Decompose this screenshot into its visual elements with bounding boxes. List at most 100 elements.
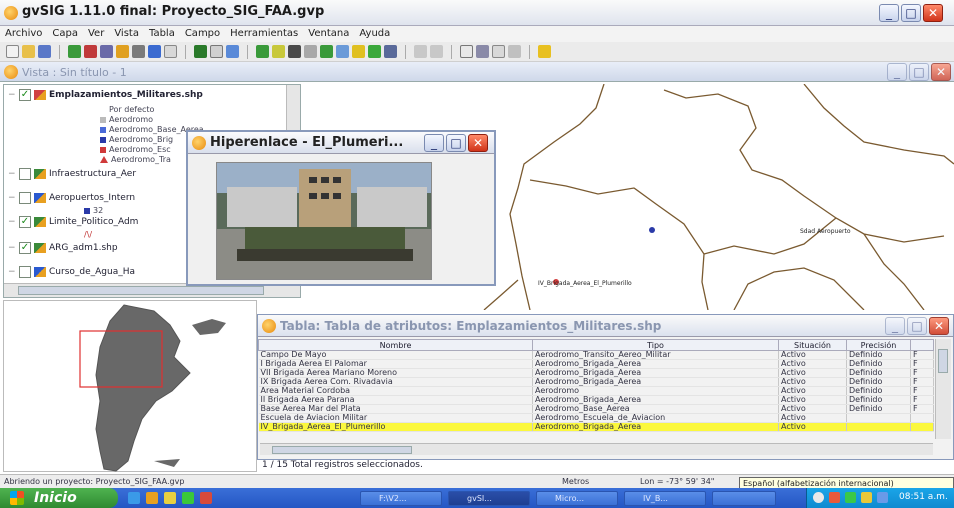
table-close-button[interactable]: ✕	[929, 317, 949, 335]
grid-icon[interactable]	[492, 45, 505, 58]
graph-icon[interactable]	[368, 45, 381, 58]
view-maximize-button[interactable]: □	[909, 63, 929, 81]
column-header-situacion[interactable]: Situación	[778, 339, 847, 351]
layer-item[interactable]: − ✓ Emplazamientos_Militares.shp	[8, 88, 203, 102]
layer-checkbox[interactable]: ✓	[19, 89, 31, 101]
hyperlink-maximize-button[interactable]: □	[446, 134, 466, 152]
quicklaunch-icon[interactable]	[182, 492, 194, 504]
quicklaunch-icon[interactable]	[164, 492, 176, 504]
hyperlink-minimize-button[interactable]: _	[424, 134, 444, 152]
airport-point[interactable]	[649, 227, 655, 233]
layer-checkbox[interactable]: ✓	[19, 242, 31, 254]
quicklaunch-icon[interactable]	[146, 492, 158, 504]
menu-tabla[interactable]: Tabla	[144, 26, 180, 42]
column-header-nombre[interactable]: Nombre	[258, 339, 533, 351]
maximize-button[interactable]: □	[901, 4, 921, 22]
layer-checkbox[interactable]	[19, 192, 31, 204]
scroll-thumb[interactable]	[938, 349, 948, 373]
table-vertical-scrollbar[interactable]	[935, 339, 951, 439]
layer-checkbox[interactable]	[19, 266, 31, 278]
taskbar-item[interactable]	[712, 491, 776, 506]
table-minimize-button[interactable]: _	[885, 317, 905, 335]
view-close-button[interactable]: ✕	[931, 63, 951, 81]
table-horizontal-scrollbar[interactable]	[260, 443, 933, 455]
view-minimize-button[interactable]: _	[887, 63, 907, 81]
open-folder-icon[interactable]	[22, 45, 35, 58]
layer-checkbox[interactable]	[19, 168, 31, 180]
menu-vista[interactable]: Vista	[109, 26, 144, 42]
layer-item[interactable]: − ✓ Limite_Politico_Adm	[8, 215, 138, 229]
menu-capa[interactable]: Capa	[47, 26, 83, 42]
tree-toggle-icon[interactable]: −	[8, 267, 16, 277]
edit-icon[interactable]	[164, 45, 177, 58]
column-header-extra[interactable]	[910, 339, 934, 351]
layer-item[interactable]: − Aeropuertos_Intern	[8, 191, 135, 205]
tray-icon[interactable]	[829, 492, 840, 503]
taskbar-item[interactable]: IV_B...	[624, 491, 706, 506]
table-row[interactable]: II Brigada Aerea Parana Aerodromo_Brigada…	[258, 395, 934, 405]
coordinate-icon[interactable]	[538, 45, 551, 58]
tray-icon[interactable]	[861, 492, 872, 503]
column-header-precision[interactable]: Precisión	[846, 339, 911, 351]
new-file-icon[interactable]	[6, 45, 19, 58]
table-row[interactable]: Base Aerea Mar del Plata Aerodromo_Base_A…	[258, 404, 934, 414]
layer-item[interactable]: − Infraestructura_Aer	[8, 167, 136, 181]
save-icon[interactable]	[38, 45, 51, 58]
tool-icon[interactable]	[508, 45, 521, 58]
table-row[interactable]: Campo De Mayo Aerodromo_Transito_Aereo_Mi…	[258, 350, 934, 360]
frame-icon[interactable]	[460, 45, 473, 58]
layer-item[interactable]: − ✓ ARG_adm1.shp	[8, 241, 118, 255]
measure-icon[interactable]	[288, 45, 301, 58]
filter-icon[interactable]	[352, 45, 365, 58]
table-row-selected[interactable]: IV_Brigada_Aerea_El_Plumerillo Aerodromo_…	[258, 422, 934, 432]
add-layer-icon[interactable]	[68, 45, 81, 58]
tree-toggle-icon[interactable]: −	[8, 193, 16, 203]
table-row[interactable]: IX Brigada Aerea Com. Rivadavia Aerodromo…	[258, 377, 934, 387]
tree-toggle-icon[interactable]: −	[8, 169, 16, 179]
menu-archivo[interactable]: Archivo	[0, 26, 47, 42]
arrow-right-icon[interactable]	[430, 45, 443, 58]
menu-ventana[interactable]: Ventana	[303, 26, 354, 42]
table-row[interactable]: Escuela de Aviacion Militar Aerodromo_Esc…	[258, 413, 934, 423]
select-icon[interactable]	[320, 45, 333, 58]
menu-ver[interactable]: Ver	[83, 26, 109, 42]
menu-herramientas[interactable]: Herramientas	[225, 26, 303, 42]
tree-toggle-icon[interactable]: −	[8, 243, 16, 253]
scroll-thumb[interactable]	[272, 446, 412, 454]
tray-icon[interactable]	[845, 492, 856, 503]
quicklaunch-icon[interactable]	[128, 492, 140, 504]
menu-ayuda[interactable]: Ayuda	[354, 26, 395, 42]
zoom-in-icon[interactable]	[226, 45, 239, 58]
layout-icon[interactable]	[116, 45, 129, 58]
hyperlink-close-button[interactable]: ✕	[468, 134, 488, 152]
area-icon[interactable]	[304, 45, 317, 58]
tree-toggle-icon[interactable]: −	[8, 217, 16, 227]
close-button[interactable]: ✕	[923, 4, 943, 22]
scroll-thumb[interactable]	[18, 286, 264, 295]
table-row[interactable]: Area Material Cordoba Aerodromo Activo Defi…	[258, 386, 934, 396]
arrow-left-icon[interactable]	[414, 45, 427, 58]
taskbar-item[interactable]: F:\V2...	[360, 491, 442, 506]
overview-map[interactable]	[3, 300, 257, 472]
table-maximize-button[interactable]: □	[907, 317, 927, 335]
column-header-tipo[interactable]: Tipo	[532, 339, 779, 351]
clock[interactable]: 08:51 a.m.	[899, 492, 948, 502]
view-icon[interactable]	[384, 45, 397, 58]
pan-icon[interactable]	[194, 45, 207, 58]
remove-layer-icon[interactable]	[84, 45, 97, 58]
tree-toggle-icon[interactable]: −	[8, 90, 16, 100]
print-icon[interactable]	[132, 45, 145, 58]
globe-icon[interactable]	[148, 45, 161, 58]
table-row[interactable]: VII Brigada Aerea Mariano Moreno Aerodrom…	[258, 368, 934, 378]
info-icon[interactable]	[256, 45, 269, 58]
hyperlink-icon[interactable]	[272, 45, 285, 58]
select-rectangle-icon[interactable]	[210, 45, 223, 58]
layer-item[interactable]: − Curso_de_Agua_Ha	[8, 265, 135, 279]
menu-campo[interactable]: Campo	[180, 26, 225, 42]
start-button[interactable]: Inicio	[0, 488, 118, 508]
table-icon[interactable]	[100, 45, 113, 58]
minimize-button[interactable]: _	[879, 4, 899, 22]
locator-icon[interactable]	[476, 45, 489, 58]
layer-checkbox[interactable]: ✓	[19, 216, 31, 228]
taskbar-item[interactable]: Micro...	[536, 491, 618, 506]
